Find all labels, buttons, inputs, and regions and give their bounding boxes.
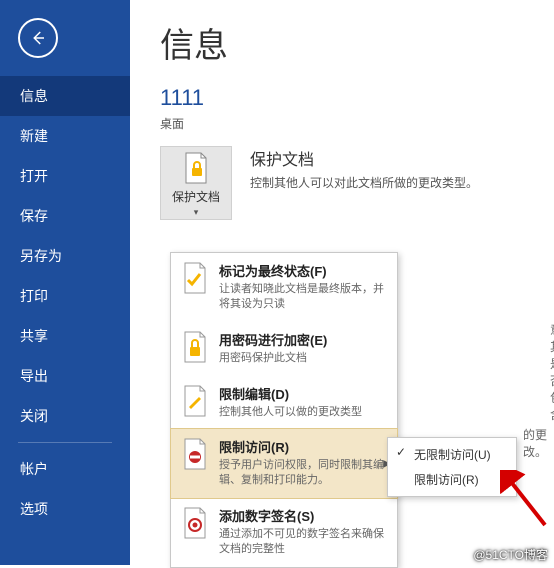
nav-options[interactable]: 选项 (0, 489, 130, 529)
protect-title: 保护文档 (250, 146, 478, 170)
final-icon (181, 261, 209, 295)
page-title: 信息 (160, 18, 532, 67)
protect-desc: 控制其他人可以对此文档所做的更改类型。 (250, 174, 478, 191)
menu-restrict-access-title: 限制访问(R) (219, 437, 387, 456)
nav-save[interactable]: 保存 (0, 196, 130, 236)
nav-print[interactable]: 打印 (0, 276, 130, 316)
menu-digital-signature-desc: 通过添加不可见的数字签名来确保文档的完整性 (219, 527, 387, 557)
nav-account[interactable]: 帐户 (0, 449, 130, 489)
protect-dropdown: 标记为最终状态(F) 让读者知晓此文档是最终版本，并将其设为只读 用密码进行加密(… (170, 252, 398, 568)
protect-info: 保护文档 控制其他人可以对此文档所做的更改类型。 (250, 146, 478, 191)
menu-restrict-edit-desc: 控制其他人可以做的更改类型 (219, 405, 362, 420)
signature-icon (181, 506, 209, 540)
nav-saveas[interactable]: 另存为 (0, 236, 130, 276)
restrict-edit-icon (181, 384, 209, 418)
back-button[interactable] (18, 18, 58, 58)
background-hint-1: 意其是否包含: (550, 321, 554, 423)
restrict-access-icon (181, 437, 209, 471)
menu-encrypt[interactable]: 用密码进行加密(E) 用密码保护此文档 (171, 322, 397, 376)
nav-new[interactable]: 新建 (0, 116, 130, 156)
backstage-sidebar: 信息 新建 打开 保存 另存为 打印 共享 导出 关闭 帐户 选项 (0, 0, 130, 565)
protect-button-label: 保护文档 (172, 188, 220, 205)
menu-digital-signature[interactable]: 添加数字签名(S) 通过添加不可见的数字签名来确保文档的完整性 (171, 498, 397, 567)
dropdown-caret-icon: ▾ (194, 209, 199, 215)
background-hint-2: 的更改。 (523, 426, 554, 460)
nav-info[interactable]: 信息 (0, 76, 130, 116)
nav-separator (18, 442, 112, 443)
nav-open[interactable]: 打开 (0, 156, 130, 196)
restrict-access-submenu: 无限制访问(U) 限制访问(R) (387, 437, 517, 497)
menu-restrict-edit-title: 限制编辑(D) (219, 384, 362, 403)
nav-export[interactable]: 导出 (0, 356, 130, 396)
annotation-arrow-icon (500, 470, 550, 530)
document-location: 桌面 (160, 115, 532, 132)
protect-document-button[interactable]: 保护文档 ▾ (160, 146, 232, 220)
submenu-restrict[interactable]: 限制访问(R) (388, 467, 516, 492)
nav-close[interactable]: 关闭 (0, 396, 130, 436)
document-name: 1111 (160, 85, 532, 111)
menu-encrypt-desc: 用密码保护此文档 (219, 351, 327, 366)
menu-mark-final-title: 标记为最终状态(F) (219, 261, 387, 280)
watermark: @51CTO博客 (473, 546, 548, 563)
submenu-unrestricted[interactable]: 无限制访问(U) (388, 442, 516, 467)
encrypt-icon (181, 330, 209, 364)
lock-document-icon (183, 152, 209, 184)
menu-digital-signature-title: 添加数字签名(S) (219, 506, 387, 525)
nav-share[interactable]: 共享 (0, 316, 130, 356)
menu-restrict-access[interactable]: 限制访问(R)授予用户访问权限，同时限制其编辑、复制和打印能力。 ▶ (171, 429, 397, 498)
menu-restrict-access-desc: 授予用户访问权限，同时限制其编辑、复制和打印能力。 (219, 458, 387, 488)
menu-mark-final[interactable]: 标记为最终状态(F) 让读者知晓此文档是最终版本，并将其设为只读 (171, 253, 397, 322)
back-arrow-icon (29, 29, 47, 47)
menu-encrypt-title: 用密码进行加密(E) (219, 330, 327, 349)
menu-restrict-edit[interactable]: 限制编辑(D) 控制其他人可以做的更改类型 (171, 376, 397, 430)
menu-mark-final-desc: 让读者知晓此文档是最终版本，并将其设为只读 (219, 282, 387, 312)
